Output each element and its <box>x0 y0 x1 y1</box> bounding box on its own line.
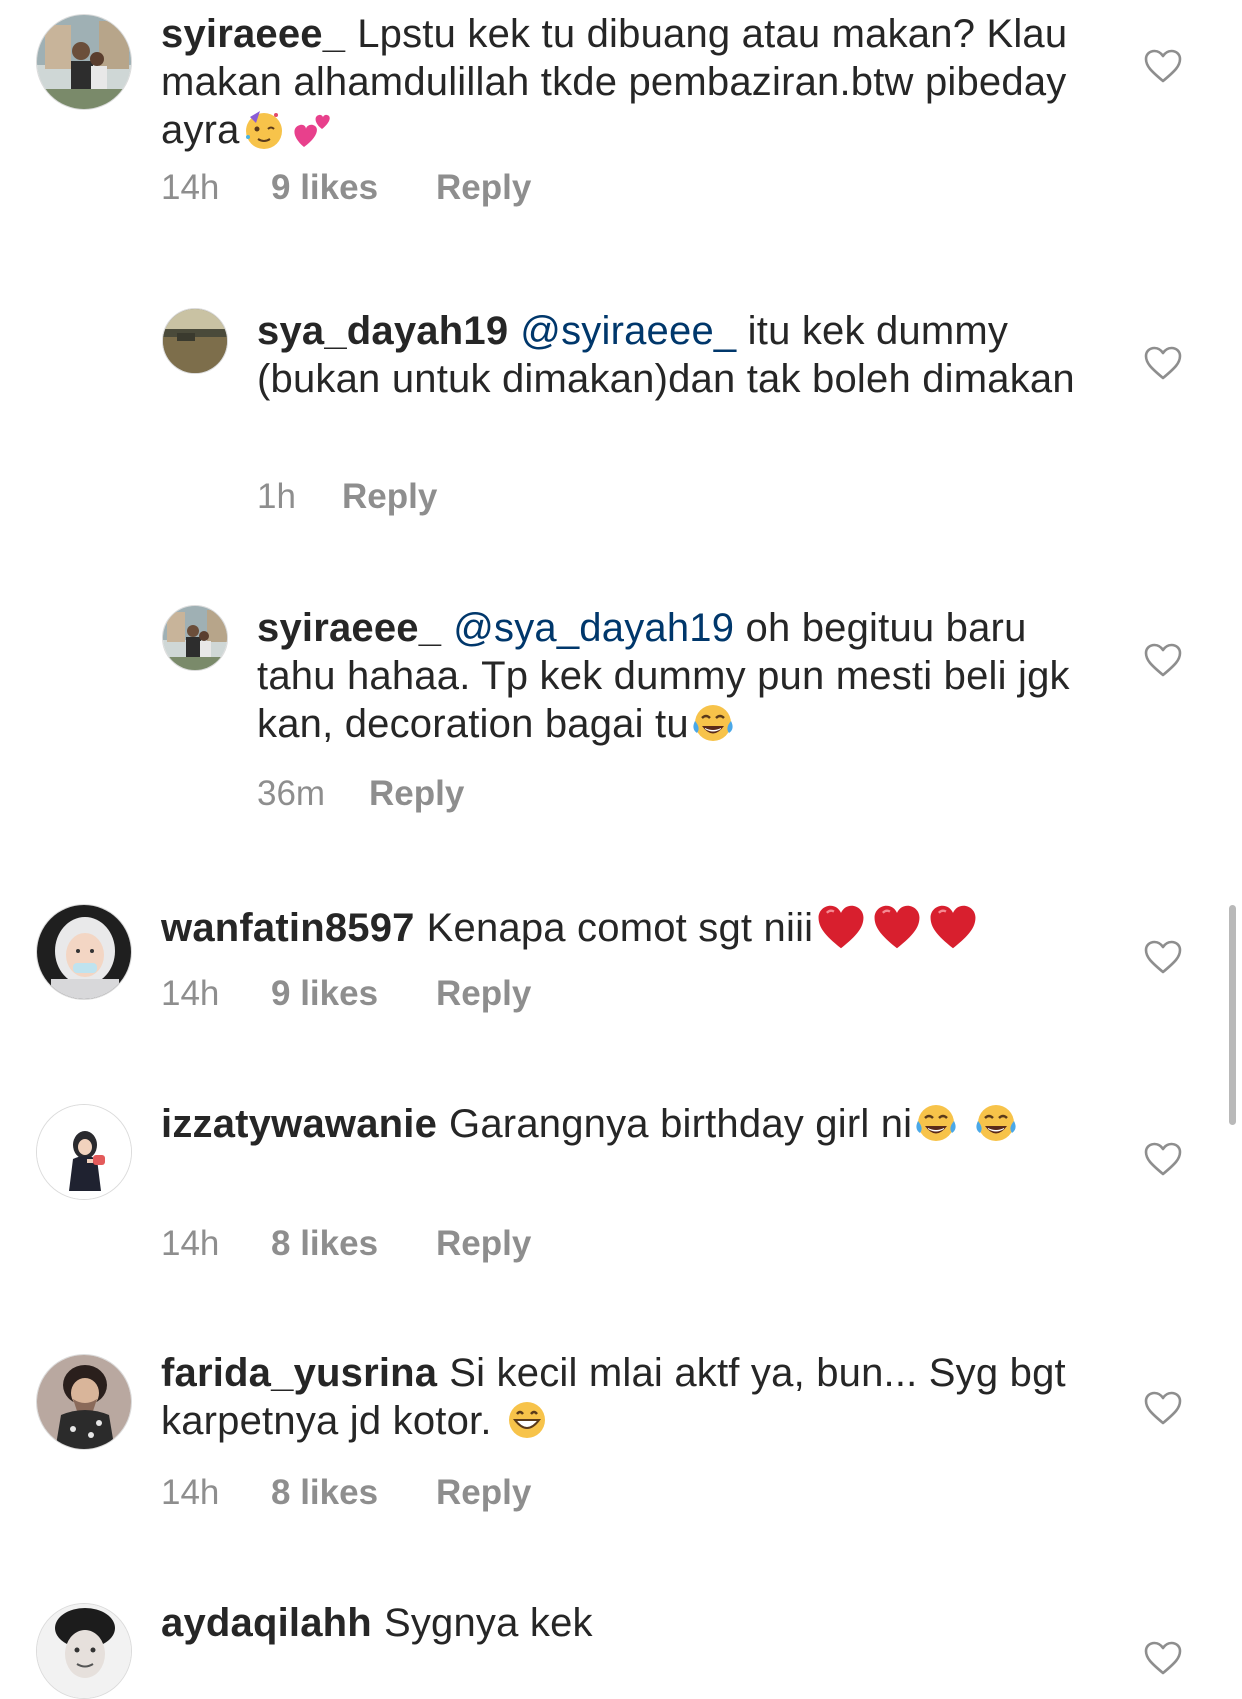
mention-link[interactable]: @sya_dayah19 <box>453 606 734 650</box>
two-hearts-emoji <box>294 114 330 147</box>
comment-time: 36m <box>257 774 326 813</box>
heart-outline-icon[interactable] <box>1143 1390 1183 1426</box>
tears-of-joy-emoji <box>916 1105 956 1141</box>
grinning-face-emoji <box>508 1402 545 1438</box>
heart-outline-icon[interactable] <box>1143 939 1183 975</box>
comment-time: 14h <box>161 1224 220 1263</box>
comment-username[interactable]: syiraeee_ <box>257 606 441 650</box>
heart-outline-icon[interactable] <box>1143 1141 1183 1177</box>
heart-outline-icon[interactable] <box>1143 345 1183 381</box>
avatar[interactable] <box>36 1354 132 1450</box>
likes-count[interactable]: 8 likes <box>271 1473 436 1513</box>
comment-username[interactable]: sya_dayah19 <box>257 309 508 353</box>
likes-count[interactable]: 8 likes <box>271 1224 436 1264</box>
comment-body: Sygnya kek <box>383 1601 593 1645</box>
comment-text: farida_yusrina Si kecil mlai aktf ya, bun… <box>161 1349 1101 1445</box>
scrollbar[interactable] <box>1229 905 1236 1125</box>
avatar[interactable] <box>36 1104 132 1200</box>
comment-time: 14h <box>161 168 220 207</box>
reply-button[interactable]: Reply <box>436 974 531 1014</box>
reply-button[interactable]: Reply <box>436 1473 531 1513</box>
reply-button[interactable]: Reply <box>342 477 437 517</box>
comment-username[interactable]: farida_yusrina <box>161 1351 437 1395</box>
reply-button[interactable]: Reply <box>436 1224 531 1264</box>
likes-count[interactable]: 9 likes <box>271 168 436 208</box>
partying-face-emoji <box>245 111 282 149</box>
red-heart-emoji <box>930 905 976 949</box>
comment-body: Kenapa comot sgt niii <box>426 906 814 950</box>
comment-text: aydaqilahh Sygnya kek <box>161 1599 1101 1647</box>
reply-button[interactable]: Reply <box>436 168 531 208</box>
comment-time: 14h <box>161 974 220 1013</box>
comment-meta: 36m Reply <box>257 774 464 814</box>
heart-outline-icon[interactable] <box>1143 642 1183 678</box>
avatar[interactable] <box>36 904 132 1000</box>
comment-time: 1h <box>257 477 296 516</box>
heart-outline-icon[interactable] <box>1143 48 1183 84</box>
tears-of-joy-emoji <box>693 705 733 741</box>
comment-username[interactable]: aydaqilahh <box>161 1601 372 1645</box>
avatar[interactable] <box>162 605 228 671</box>
comment-time: 14h <box>161 1473 220 1512</box>
comment-body: Garangnya birthday girl ni <box>449 1102 913 1146</box>
comment-username[interactable]: syiraeee_ <box>161 12 345 56</box>
likes-count[interactable]: 9 likes <box>271 974 436 1014</box>
reply-button[interactable]: Reply <box>369 774 464 814</box>
heart-outline-icon[interactable] <box>1143 1640 1183 1676</box>
comment-meta: 14h 8 likes Reply <box>161 1473 531 1513</box>
comment-username[interactable]: izzatywawanie <box>161 1102 437 1146</box>
comment-meta: 14h 9 likes Reply <box>161 168 531 208</box>
avatar[interactable] <box>36 14 132 110</box>
red-heart-emoji <box>874 905 920 949</box>
comment-text: wanfatin8597 Kenapa comot sgt niii <box>161 901 1101 953</box>
comment-meta: 1h Reply <box>257 477 437 517</box>
comment-text: syiraeee_ Lpstu kek tu dibuang atau makan… <box>161 10 1101 154</box>
comment-meta: 14h 9 likes Reply <box>161 974 531 1014</box>
mention-link[interactable]: @syiraeee_ <box>520 309 736 353</box>
comment-text: sya_dayah19 @syiraeee_ itu kek dummy (buk… <box>257 307 1097 403</box>
comment-text: izzatywawanie Garangnya birthday girl ni <box>161 1100 1101 1148</box>
comment-username[interactable]: wanfatin8597 <box>161 906 415 950</box>
avatar[interactable] <box>36 1603 132 1699</box>
avatar[interactable] <box>162 308 228 374</box>
comment-text: syiraeee_ @sya_dayah19 oh begituu baru ta… <box>257 604 1097 748</box>
red-heart-emoji <box>818 905 864 949</box>
comment-meta: 14h 8 likes Reply <box>161 1224 531 1264</box>
tears-of-joy-emoji <box>976 1105 1016 1141</box>
